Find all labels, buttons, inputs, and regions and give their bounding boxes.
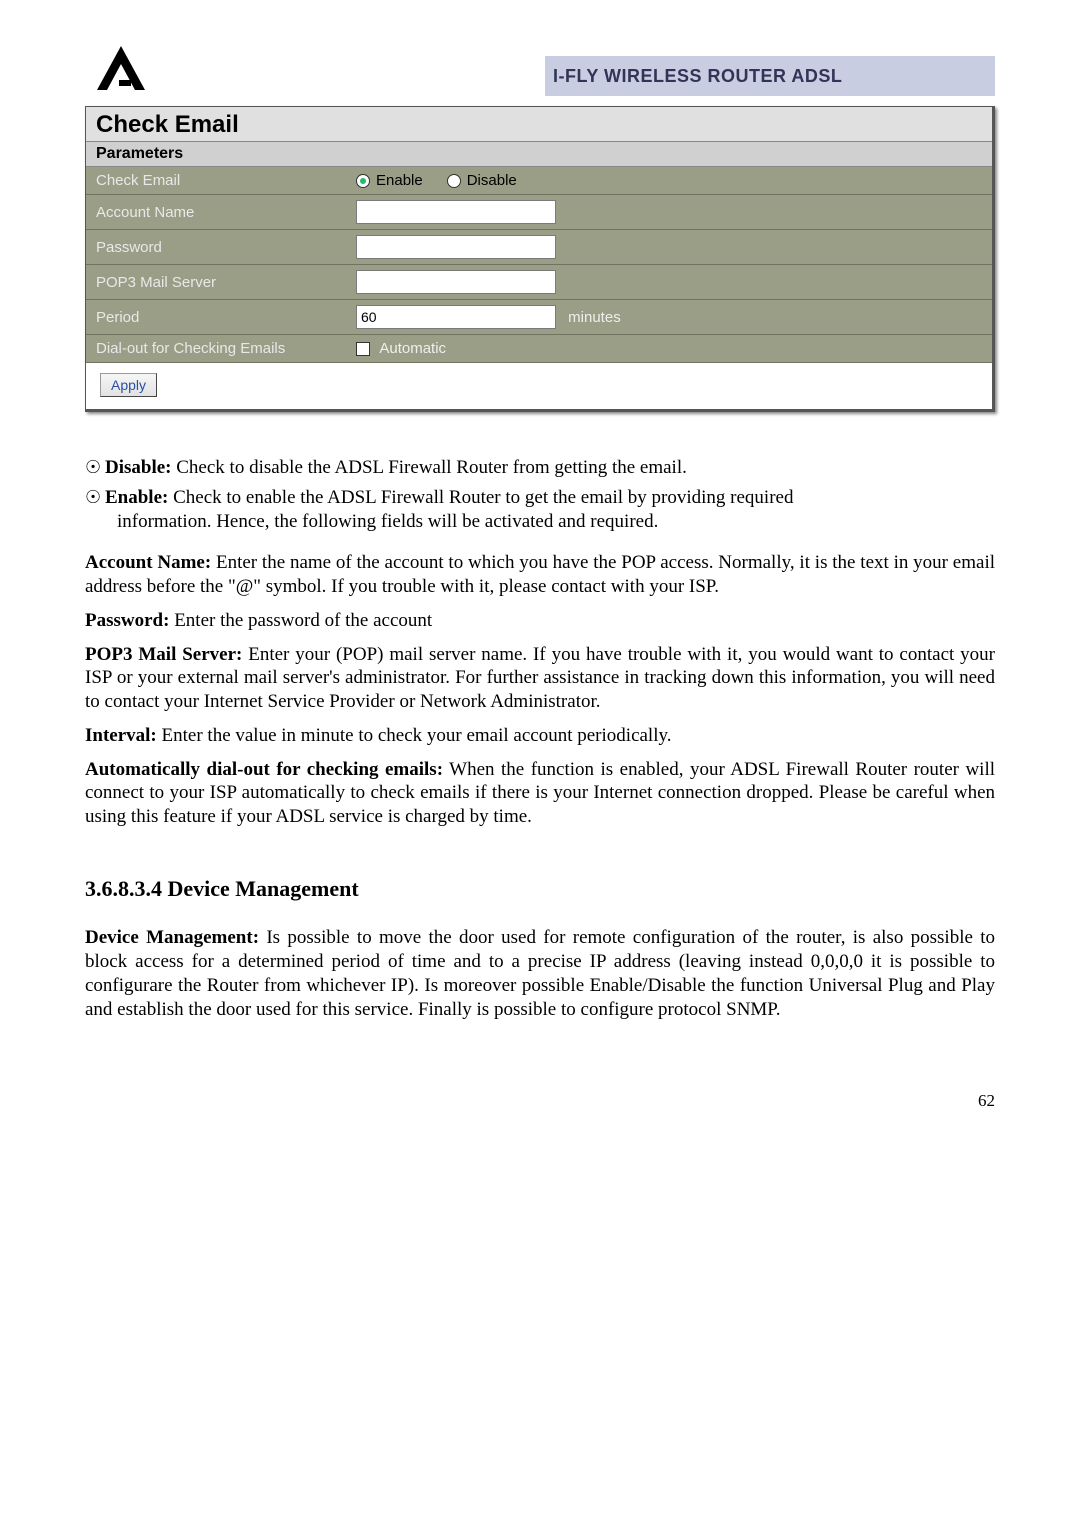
section-heading: 3.6.8.3.4 Device Management (85, 875, 995, 903)
brand-logo (93, 40, 149, 96)
auto-bold: Automatically dial-out for checking emai… (85, 759, 443, 780)
check-email-panel: Check Email Parameters Check Email Enabl… (85, 106, 995, 412)
enable-text-2: information. Hence, the following fields… (117, 511, 658, 532)
row-check-email-label: Check Email (86, 167, 346, 195)
row-account-name-label: Account Name (86, 195, 346, 230)
period-unit-label: minutes (568, 309, 621, 326)
row-dialout-label: Dial-out for Checking Emails (86, 335, 346, 363)
interval-bold: Interval: (85, 725, 157, 746)
enable-text-1: Check to enable the ADSL Firewall Router… (168, 487, 793, 508)
period-input[interactable] (356, 305, 556, 329)
account-text: Enter the name of the account to which y… (85, 552, 995, 597)
automatic-checkbox[interactable] (356, 342, 370, 356)
automatic-label: Automatic (379, 340, 446, 357)
pop3-bold: POP3 Mail Server: (85, 644, 242, 665)
radio-disable[interactable] (447, 174, 461, 188)
row-pop3-label: POP3 Mail Server (86, 265, 346, 300)
panel-title: Check Email (86, 107, 992, 142)
apply-button[interactable]: Apply (100, 373, 157, 397)
document-header-band: I-FLY WIRELESS ROUTER ADSL (545, 56, 995, 96)
bullet-icon: ☉ (85, 456, 105, 480)
account-name-input[interactable] (356, 200, 556, 224)
radio-enable-label: Enable (376, 172, 423, 189)
document-header-title: I-FLY WIRELESS ROUTER ADSL (553, 66, 842, 87)
enable-bold: Enable: (105, 487, 168, 508)
row-password-label: Password (86, 230, 346, 265)
radio-enable[interactable] (356, 174, 370, 188)
panel-subtitle: Parameters (86, 142, 992, 167)
radio-disable-label: Disable (467, 172, 517, 189)
pop3-server-input[interactable] (356, 270, 556, 294)
disable-text: Check to disable the ADSL Firewall Route… (172, 457, 687, 478)
password-input[interactable] (356, 235, 556, 259)
interval-text: Enter the value in minute to check your … (157, 725, 672, 746)
account-bold: Account Name: (85, 552, 211, 573)
row-period-label: Period (86, 300, 346, 335)
bullet-icon: ☉ (85, 486, 105, 534)
dm-bold: Device Management: (85, 927, 259, 948)
document-body: ☉ Disable: Check to disable the ADSL Fir… (85, 456, 995, 1021)
disable-bold: Disable: (105, 457, 172, 478)
password-bold: Password: (85, 610, 169, 631)
password-text: Enter the password of the account (169, 610, 432, 631)
page-number: 62 (85, 1091, 995, 1111)
